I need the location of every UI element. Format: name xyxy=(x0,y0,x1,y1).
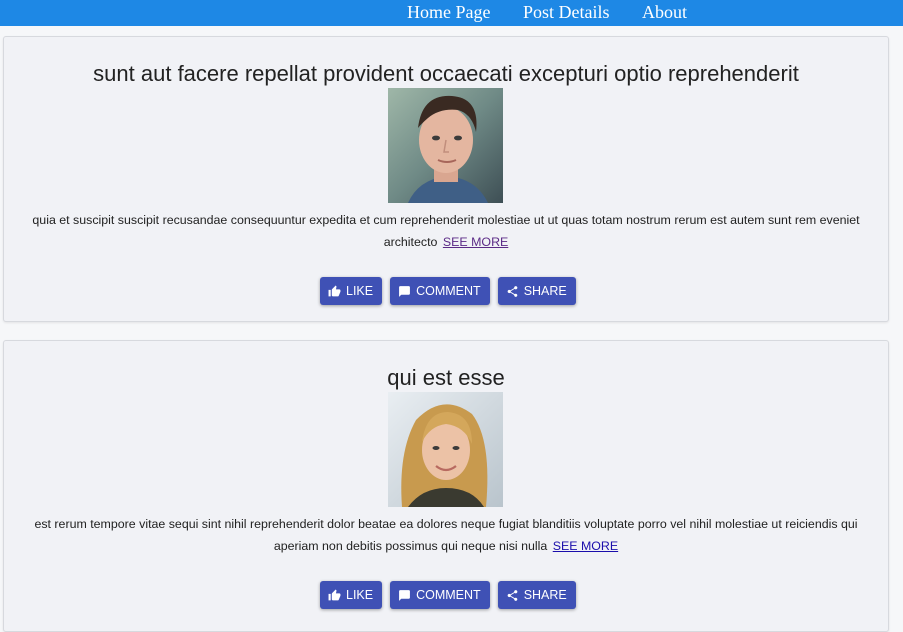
nav-post-details[interactable]: Post Details xyxy=(523,2,610,23)
thumb-up-icon xyxy=(328,285,341,298)
like-label: LIKE xyxy=(346,284,374,298)
see-more-link[interactable]: SEE MORE xyxy=(553,539,618,553)
share-label: SHARE xyxy=(523,588,567,602)
share-icon xyxy=(506,589,519,602)
like-label: LIKE xyxy=(346,588,374,602)
post-card: sunt aut facere repellat provident occae… xyxy=(3,36,889,322)
comment-label: COMMENT xyxy=(416,588,481,602)
like-button[interactable]: LIKE xyxy=(320,581,383,609)
comment-icon xyxy=(398,285,411,298)
share-button[interactable]: SHARE xyxy=(497,581,576,609)
post-actions: LIKE COMMENT SHARE xyxy=(320,581,576,609)
post-avatar xyxy=(388,392,503,507)
post-body: quia et suscipit suscipit recusandae con… xyxy=(24,209,868,253)
comment-button[interactable]: COMMENT xyxy=(390,581,490,609)
like-button[interactable]: LIKE xyxy=(320,277,383,305)
post-title: sunt aut facere repellat provident occae… xyxy=(93,61,799,86)
comment-label: COMMENT xyxy=(416,284,481,298)
post-card: qui est esse est rerum tempore vitae seq… xyxy=(3,340,889,632)
post-actions: LIKE COMMENT SHARE xyxy=(320,277,576,305)
post-body: est rerum tempore vitae sequi sint nihil… xyxy=(24,513,868,557)
thumb-up-icon xyxy=(328,589,341,602)
post-body-text: est rerum tempore vitae sequi sint nihil… xyxy=(34,517,858,553)
nav-home-page[interactable]: Home Page xyxy=(407,2,490,23)
post-title: qui est esse xyxy=(387,365,505,390)
share-button[interactable]: SHARE xyxy=(497,277,576,305)
top-navbar: Home Page Post Details About xyxy=(0,0,903,26)
share-label: SHARE xyxy=(523,284,567,298)
post-avatar xyxy=(388,88,503,203)
comment-button[interactable]: COMMENT xyxy=(390,277,490,305)
see-more-link[interactable]: SEE MORE xyxy=(443,235,508,249)
comment-icon xyxy=(398,589,411,602)
nav-about[interactable]: About xyxy=(642,2,687,23)
share-icon xyxy=(506,285,519,298)
